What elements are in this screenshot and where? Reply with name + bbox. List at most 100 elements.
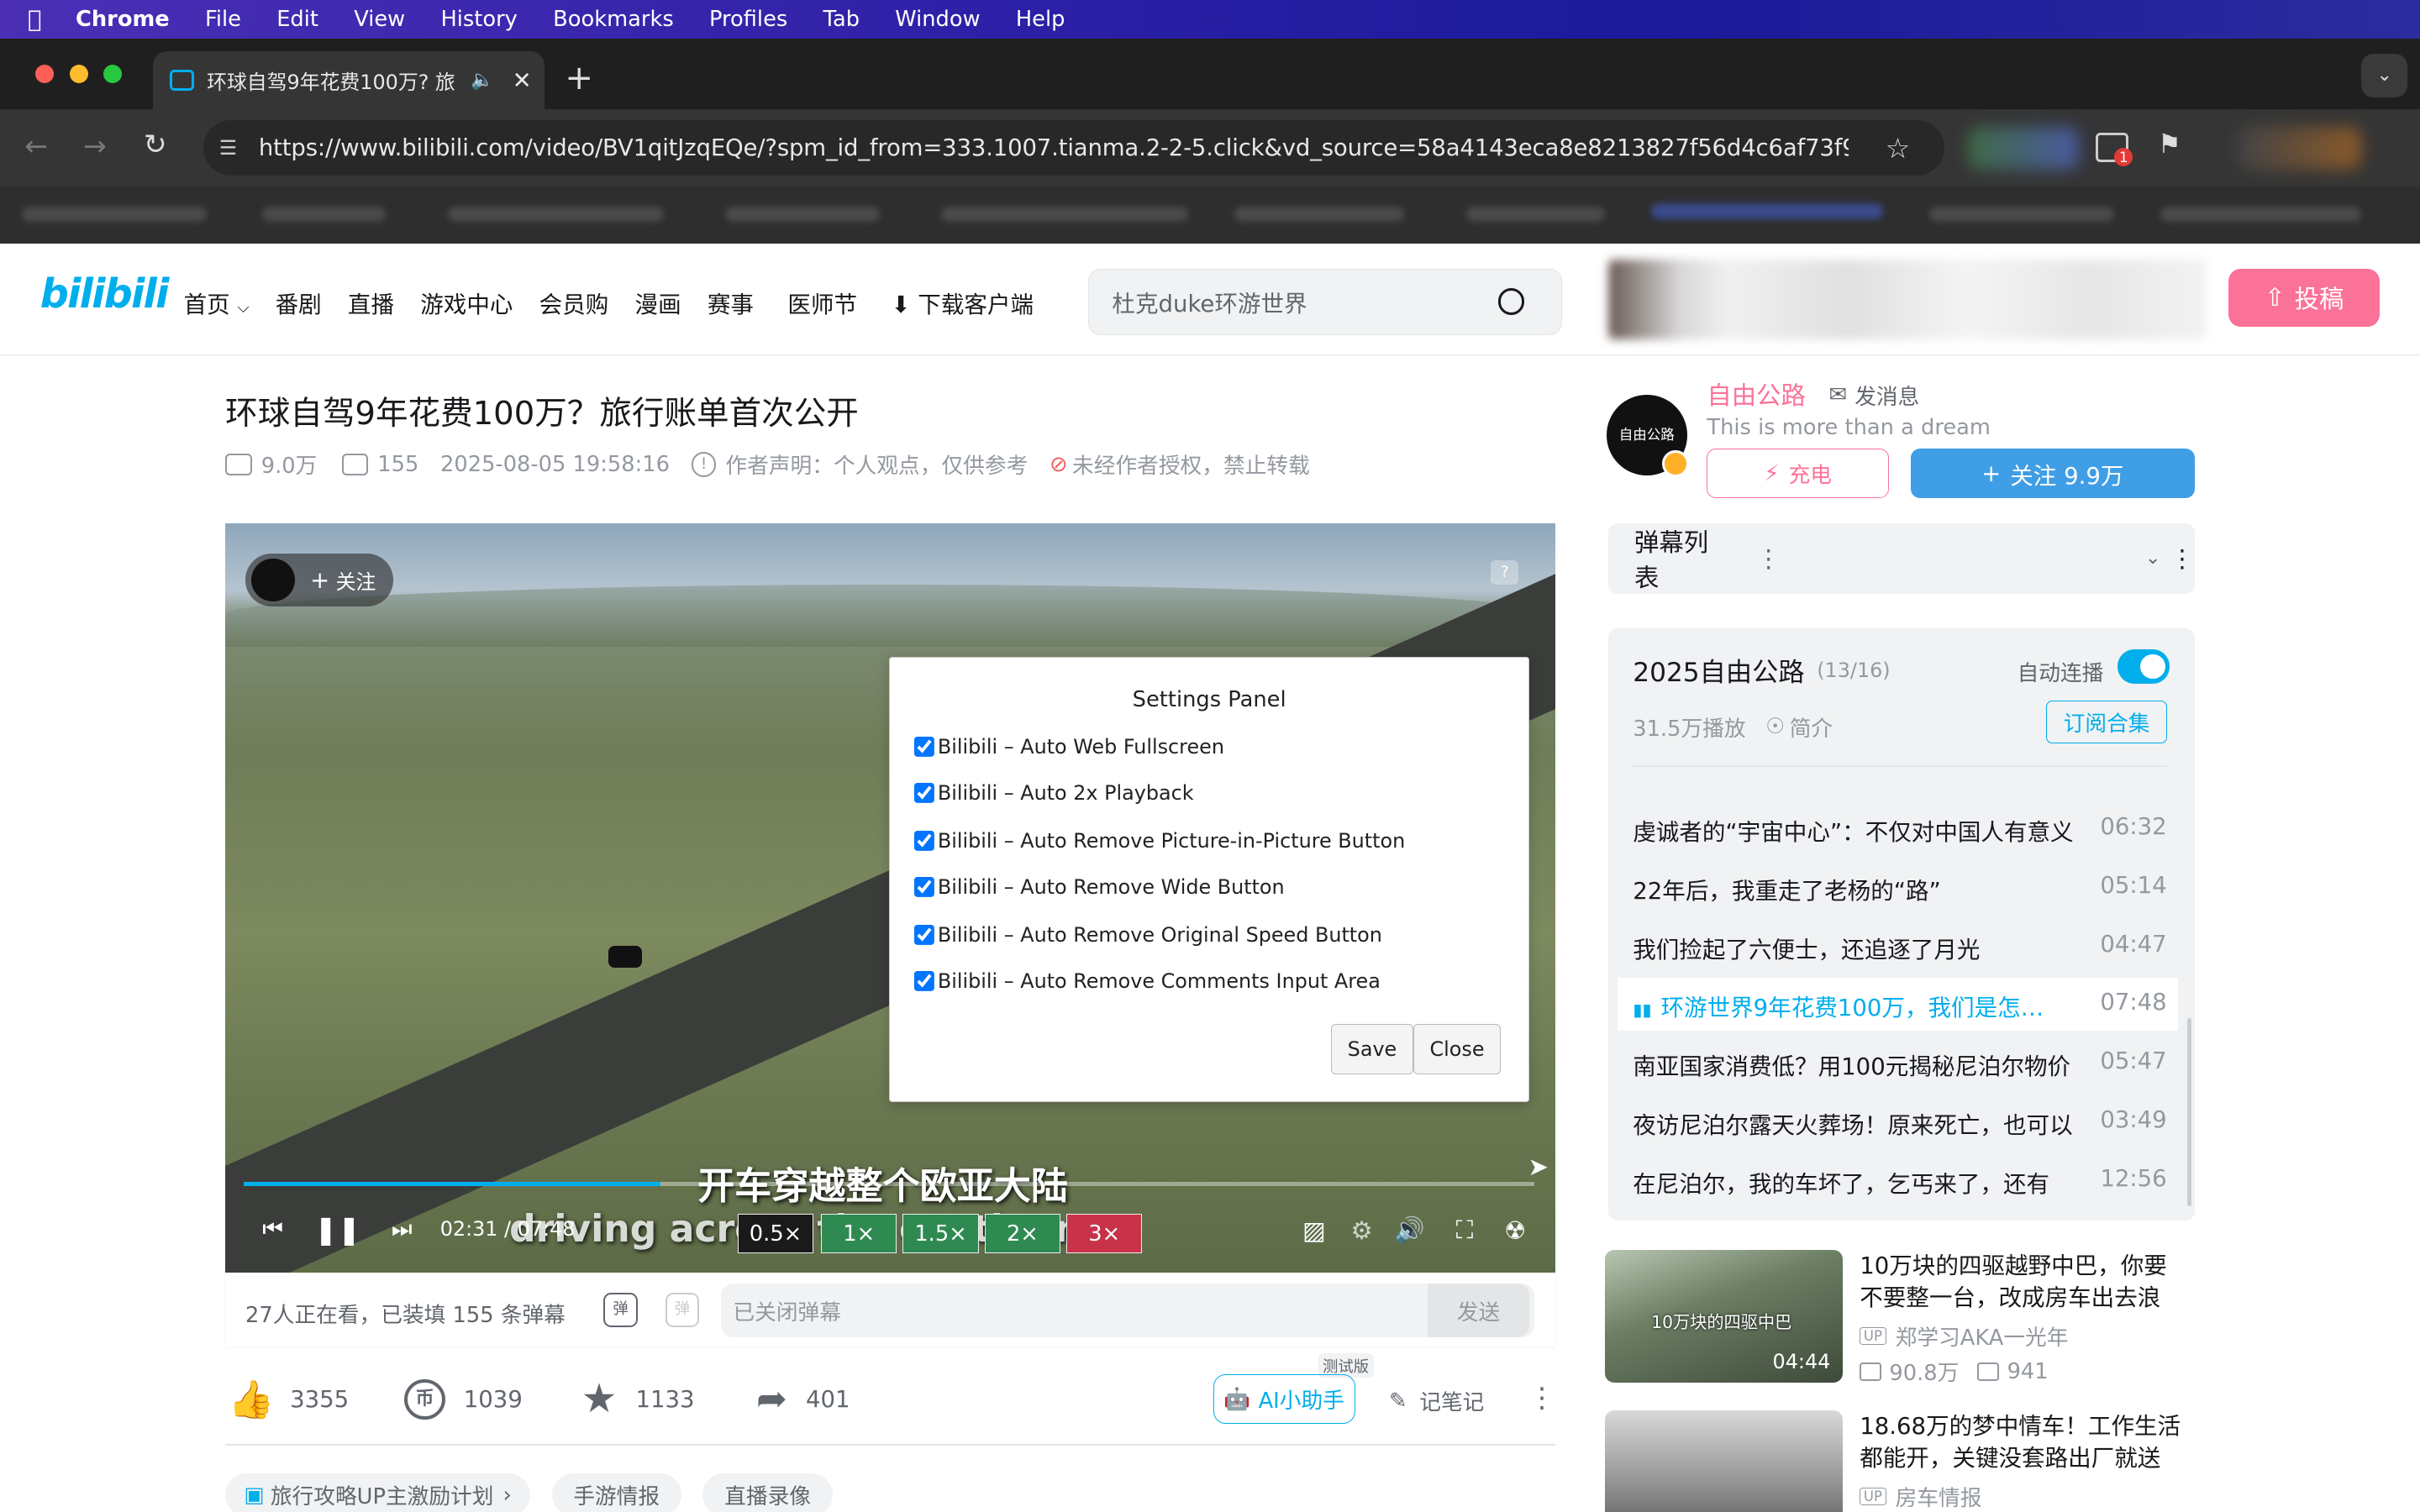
danmaku-off-icon[interactable]: ▨ [1302,1216,1326,1245]
fullscreen-icon[interactable]: ⛶ [1456,1215,1474,1245]
search-box[interactable]: 杜克duke环游世界 [1087,268,1562,335]
nav-download-client[interactable]: ⬇ 下载客户端 [891,286,1034,319]
notes-button[interactable]: ✎ 记笔记 [1389,1385,1484,1416]
recommended-video[interactable]: 18.68万的梦中情车！工作生活都能开，关键没套路出厂就送 UP 房车情报 [1605,1410,2207,1512]
menu-view[interactable]: View [354,7,405,32]
tab-search-icon[interactable]: ⌄ [2361,54,2408,97]
playlist-item-active[interactable]: ▮▮环游世界9年花费100万，我们是怎么做到的 07:48 [1633,989,2166,1022]
nav-home[interactable]: 首页 ⌵ [184,286,250,319]
option-checkbox[interactable] [914,877,935,898]
chevron-down-icon[interactable]: ⌄ [2145,548,2160,569]
option-checkbox[interactable] [914,737,935,758]
option-remove-wide-button[interactable]: Bilibili – Auto Remove Wide Button [914,875,1285,899]
close-tab-icon[interactable]: ✕ [513,67,532,94]
menu-window[interactable]: Window [895,7,980,32]
search-icon[interactable] [1497,288,1525,315]
option-remove-comments-input[interactable]: Bilibili – Auto Remove Comments Input Ar… [914,969,1381,993]
speed-1x-button[interactable]: 1× [821,1214,897,1253]
recommended-author[interactable]: UP 房车情报 [1860,1481,1981,1512]
apple-icon[interactable]:  [28,6,42,33]
playlist-item[interactable]: 虔诚者的“宇宙中心”：不仅对中国人有意义 06:32 [1633,813,2166,847]
playlist-scrollbar[interactable] [2186,1018,2192,1207]
share-icon[interactable]: ➦ [756,1378,787,1420]
progress-track[interactable] [244,1181,1534,1187]
volume-icon[interactable]: 🔊 [1394,1215,1425,1245]
save-button[interactable]: Save [1331,1023,1413,1075]
tag-incentive[interactable]: ▣ 旅行攻略UP主激励计划 › [225,1473,530,1512]
option-checkbox[interactable] [914,831,935,852]
send-danmaku-button[interactable]: 发送 [1427,1284,1530,1338]
option-auto-2x-playback[interactable]: Bilibili – Auto 2x Playback [914,781,1194,805]
close-window-button[interactable] [35,65,55,84]
menu-profiles[interactable]: Profiles [709,7,787,32]
tag-live-replay[interactable]: 直播录像 [702,1473,833,1512]
forward-icon[interactable]: → [83,129,107,162]
like-icon[interactable]: 👍 [229,1378,275,1421]
radiation-icon[interactable]: ☢ [1504,1216,1526,1245]
menu-edit[interactable]: Edit [276,7,318,32]
more-vertical-icon[interactable]: ⋮ [1528,1381,1555,1414]
playlist-item[interactable]: 我们捡起了六便士，还追逐了月光 04:47 [1633,931,2166,964]
video-thumbnail[interactable] [1605,1410,1843,1512]
speaker-icon[interactable]: 🔈 [471,70,493,91]
reload-icon[interactable]: ↻ [144,128,167,160]
playlist-item[interactable]: 在尼泊尔，我的车坏了，乞丐来了，还有 12:56 [1633,1165,2166,1199]
option-checkbox[interactable] [914,783,935,804]
menu-tab[interactable]: Tab [823,7,860,32]
playlist-item[interactable]: 夜访尼泊尔露天火葬场！原来死亡，也可以 03:49 [1633,1106,2166,1140]
recommended-author[interactable]: UP 郑学习AKA一光年 [1860,1320,2068,1352]
menu-file[interactable]: File [205,7,241,32]
recommended-video[interactable]: 10万块的四驱中巴 04:44 10万块的四驱越野中巴，你要不要整一台，改成房车… [1605,1249,2207,1386]
back-icon[interactable]: ← [24,129,48,162]
danmaku-toggle-icon[interactable]: 弹 [603,1293,638,1327]
option-remove-original-speed-button[interactable]: Bilibili – Auto Remove Original Speed Bu… [914,923,1382,947]
menu-help[interactable]: Help [1016,7,1065,32]
help-icon[interactable]: ? [1491,559,1519,585]
collection-title[interactable]: 2025自由公路 [1633,651,1804,689]
menu-chrome[interactable]: Chrome [76,7,170,32]
bilibili-logo[interactable]: bilibili [40,271,170,318]
video-thumbnail[interactable]: 10万块的四驱中巴 04:44 [1605,1249,1843,1383]
close-button[interactable]: Close [1413,1023,1502,1075]
coin-icon[interactable]: 币 [404,1378,445,1420]
previous-icon[interactable]: ⏮ [262,1215,283,1243]
nav-live[interactable]: 直播 [348,286,394,319]
nav-mall[interactable]: 会员购 [539,286,609,319]
extensions-puzzle-icon[interactable]: ⚑ [2158,129,2181,160]
ai-assistant-button[interactable]: 🤖 AI小助手 [1213,1374,1355,1425]
speed-2x-button[interactable]: 2× [984,1214,1060,1253]
autoplay-toggle[interactable] [2117,649,2170,684]
recommended-title[interactable]: 18.68万的梦中情车！工作生活都能开，关键没套路出厂就送 [1860,1410,2186,1475]
minimize-window-button[interactable] [69,65,88,84]
speed-3x-button[interactable]: 3× [1066,1214,1143,1253]
subscribe-collection-button[interactable]: 订阅合集 [2046,700,2167,744]
player-follow-chip[interactable]: + 关注 [245,554,394,606]
more-vertical-icon[interactable]: ⋮ [2170,544,2194,573]
playlist-item[interactable]: 22年后，我重走了老杨的“路” 05:14 [1633,872,2166,906]
new-tab-icon[interactable]: + [565,57,593,97]
site-info-icon[interactable]: ☰ [219,136,237,160]
address-bar[interactable]: ☰ https://www.bilibili.com/video/BV1qitJ… [203,120,1945,176]
maximize-window-button[interactable] [103,65,123,84]
speed-0.5x-button[interactable]: 0.5× [737,1214,814,1253]
playlist-item[interactable]: 南亚国家消费低？用100元揭秘尼泊尔物价 05:47 [1633,1047,2166,1081]
recommended-title[interactable]: 10万块的四驱越野中巴，你要不要整一台，改成房车出去浪 [1860,1250,2186,1315]
collection-intro[interactable]: ☉ 简介 [1765,711,1833,743]
next-icon[interactable]: ⏭ [392,1215,413,1243]
danmaku-list-header[interactable]: 弹幕列表 ⋮ ⌄ ⋮ [1607,522,2195,595]
browser-tab[interactable]: 环球自驾9年花费100万? 旅 🔈 ✕ [152,50,545,110]
uploader-name[interactable]: 自由公路 [1707,376,1806,412]
nav-doctor-festival[interactable]: 医师节 [787,286,857,319]
follow-button[interactable]: + 关注 9.9万 [1910,449,2195,499]
nav-manga[interactable]: 漫画 [635,286,681,319]
option-checkbox[interactable] [914,925,935,946]
nav-anime[interactable]: 番剧 [276,286,322,319]
settings-text-icon[interactable]: ⚙ [1350,1216,1372,1245]
menu-bookmarks[interactable]: Bookmarks [553,7,674,32]
menu-history[interactable]: History [440,7,517,32]
charge-button[interactable]: ⚡ 充电 [1707,449,1890,499]
nav-esports[interactable]: 赛事 [708,286,754,319]
send-message-link[interactable]: ✉ 发消息 [1828,380,1919,411]
more-vertical-icon[interactable]: ⋮ [1756,544,1781,573]
danmaku-input[interactable]: 已关闭弹幕 发送 [720,1284,1534,1338]
